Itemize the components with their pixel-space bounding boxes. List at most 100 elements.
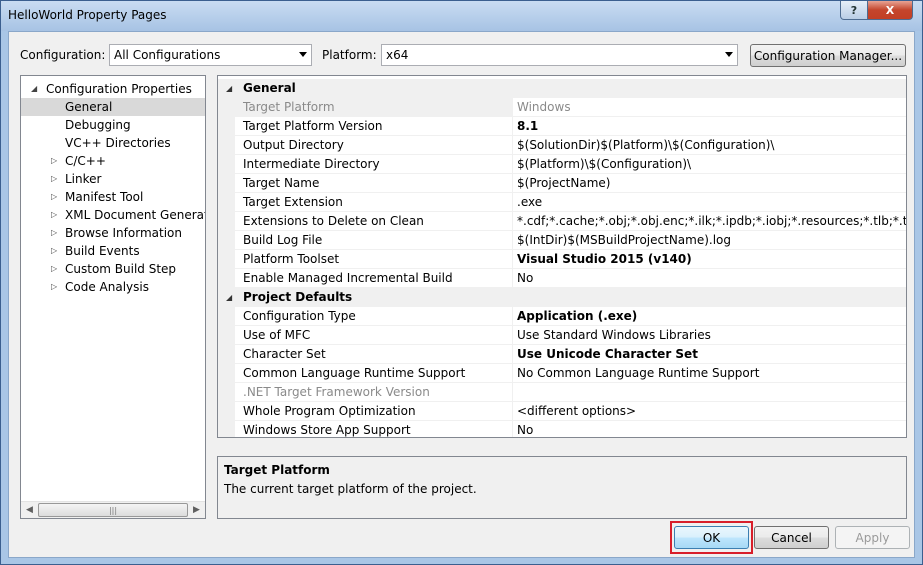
property-row[interactable]: Extensions to Delete on Clean *.cdf;*.ca… (218, 212, 906, 231)
description-title: Target Platform (224, 463, 330, 477)
tree-item-build-events[interactable]: ▷ Build Events (21, 242, 205, 260)
property-value[interactable]: *.cdf;*.cache;*.obj;*.obj.enc;*.ilk;*.ip… (513, 212, 906, 231)
tree-item-label: General (65, 100, 113, 114)
row-margin (218, 421, 235, 437)
category-general[interactable]: ◢ General (218, 79, 906, 98)
chevron-down-icon (725, 52, 733, 57)
tree-item-debugging[interactable]: Debugging (21, 116, 205, 134)
property-name: Character Set (235, 345, 513, 364)
row-margin (218, 155, 235, 174)
property-tree: ◢ Configuration Properties General Debug… (20, 75, 206, 519)
property-name: Whole Program Optimization (235, 402, 513, 421)
property-name: Build Log File (235, 231, 513, 250)
tree-item-configuration-properties[interactable]: ◢ Configuration Properties (21, 80, 205, 98)
tree-item-label: Browse Information (65, 226, 182, 240)
tree-item-custom-build-step[interactable]: ▷ Custom Build Step (21, 260, 205, 278)
property-row[interactable]: .NET Target Framework Version (218, 383, 906, 402)
configuration-manager-button[interactable]: Configuration Manager... (750, 44, 906, 67)
tree-item-general[interactable]: General (21, 98, 205, 116)
expand-arrow-icon[interactable]: ▷ (51, 224, 57, 242)
tree-item-browse-information[interactable]: ▷ Browse Information (21, 224, 205, 242)
tree-item-xml-document-generator[interactable]: ▷ XML Document Generator (21, 206, 205, 224)
tree-item-label: XML Document Generator (65, 208, 206, 222)
expand-arrow-icon[interactable]: ▷ (51, 206, 57, 224)
property-row[interactable]: Configuration Type Application (.exe) (218, 307, 906, 326)
apply-button[interactable]: Apply (835, 526, 910, 549)
property-row[interactable]: Whole Program Optimization <different op… (218, 402, 906, 421)
expand-arrow-icon[interactable]: ▷ (51, 170, 57, 188)
category-label: General (243, 81, 296, 95)
title-bar[interactable]: HelloWorld Property Pages ? X (1, 1, 922, 31)
property-row[interactable]: Windows Store App Support No (218, 421, 906, 437)
close-icon: X (885, 3, 895, 17)
tree-item-linker[interactable]: ▷ Linker (21, 170, 205, 188)
scrollbar-thumb[interactable]: ||| (38, 503, 188, 517)
close-button[interactable]: X (867, 1, 913, 20)
row-margin (218, 98, 235, 117)
property-value[interactable]: <different options> (513, 402, 906, 421)
property-row[interactable]: Intermediate Directory $(Platform)\$(Con… (218, 155, 906, 174)
property-row[interactable]: Platform Toolset Visual Studio 2015 (v14… (218, 250, 906, 269)
property-value[interactable]: $(ProjectName) (513, 174, 906, 193)
tree-item-c-cpp[interactable]: ▷ C/C++ (21, 152, 205, 170)
property-row[interactable]: Output Directory $(SolutionDir)$(Platfor… (218, 136, 906, 155)
help-icon: ? (850, 3, 858, 17)
property-row[interactable]: Build Log File $(IntDir)$(MSBuildProject… (218, 231, 906, 250)
tree-item-vc-directories[interactable]: VC++ Directories (21, 134, 205, 152)
property-name: .NET Target Framework Version (235, 383, 513, 402)
property-value[interactable]: No (513, 269, 906, 288)
property-value[interactable]: $(IntDir)$(MSBuildProjectName).log (513, 231, 906, 250)
row-margin (218, 345, 235, 364)
configuration-dropdown[interactable]: All Configurations (109, 44, 312, 66)
property-row[interactable]: Target Name $(ProjectName) (218, 174, 906, 193)
property-row[interactable]: Target Extension .exe (218, 193, 906, 212)
property-value[interactable]: Application (.exe) (513, 307, 906, 326)
property-value[interactable]: .exe (513, 193, 906, 212)
row-margin (218, 402, 235, 421)
scroll-left-icon[interactable]: ◀ (21, 502, 38, 518)
collapse-arrow-icon[interactable]: ◢ (31, 80, 37, 98)
expand-arrow-icon[interactable]: ▷ (51, 188, 57, 206)
tree-item-manifest-tool[interactable]: ▷ Manifest Tool (21, 188, 205, 206)
property-row[interactable]: Target Platform Windows (218, 98, 906, 117)
property-row[interactable]: Character Set Use Unicode Character Set (218, 345, 906, 364)
property-name: Output Directory (235, 136, 513, 155)
tree-item-code-analysis[interactable]: ▷ Code Analysis (21, 278, 205, 296)
property-value[interactable]: Use Unicode Character Set (513, 345, 906, 364)
property-value[interactable]: 8.1 (513, 117, 906, 136)
platform-dropdown[interactable]: x64 (381, 44, 738, 66)
row-margin (218, 193, 235, 212)
category-project-defaults[interactable]: ◢ Project Defaults (218, 288, 906, 307)
property-value[interactable]: Visual Studio 2015 (v140) (513, 250, 906, 269)
property-value[interactable]: Use Standard Windows Libraries (513, 326, 906, 345)
property-value[interactable]: $(Platform)\$(Configuration)\ (513, 155, 906, 174)
property-value[interactable]: Windows (513, 98, 906, 117)
collapse-arrow-icon[interactable]: ◢ (226, 288, 232, 307)
property-row[interactable]: Common Language Runtime Support No Commo… (218, 364, 906, 383)
property-value[interactable]: No Common Language Runtime Support (513, 364, 906, 383)
tree-item-label: VC++ Directories (65, 136, 171, 150)
property-row[interactable]: Use of MFC Use Standard Windows Librarie… (218, 326, 906, 345)
collapse-arrow-icon[interactable]: ◢ (226, 79, 232, 98)
property-row[interactable]: Target Platform Version 8.1 (218, 117, 906, 136)
property-value[interactable] (513, 383, 906, 402)
expand-arrow-icon[interactable]: ▷ (51, 260, 57, 278)
help-button[interactable]: ? (840, 1, 868, 20)
property-value[interactable]: No (513, 421, 906, 437)
expand-arrow-icon[interactable]: ▷ (51, 242, 57, 260)
row-margin (218, 117, 235, 136)
scroll-right-icon[interactable]: ▶ (188, 502, 205, 518)
property-name: Target Extension (235, 193, 513, 212)
expand-arrow-icon[interactable]: ▷ (51, 152, 57, 170)
property-pages-window: HelloWorld Property Pages ? X Configurat… (0, 0, 923, 565)
cancel-button[interactable]: Cancel (754, 526, 829, 549)
row-margin (218, 269, 235, 288)
property-row[interactable]: Enable Managed Incremental Build No (218, 269, 906, 288)
chevron-down-icon (299, 52, 307, 57)
ok-button[interactable]: OK (674, 526, 749, 549)
property-name: Configuration Type (235, 307, 513, 326)
expand-arrow-icon[interactable]: ▷ (51, 278, 57, 296)
property-value[interactable]: $(SolutionDir)$(Platform)\$(Configuratio… (513, 136, 906, 155)
tree-horizontal-scrollbar[interactable]: ◀ ||| ▶ (21, 501, 205, 518)
property-name: Windows Store App Support (235, 421, 513, 437)
